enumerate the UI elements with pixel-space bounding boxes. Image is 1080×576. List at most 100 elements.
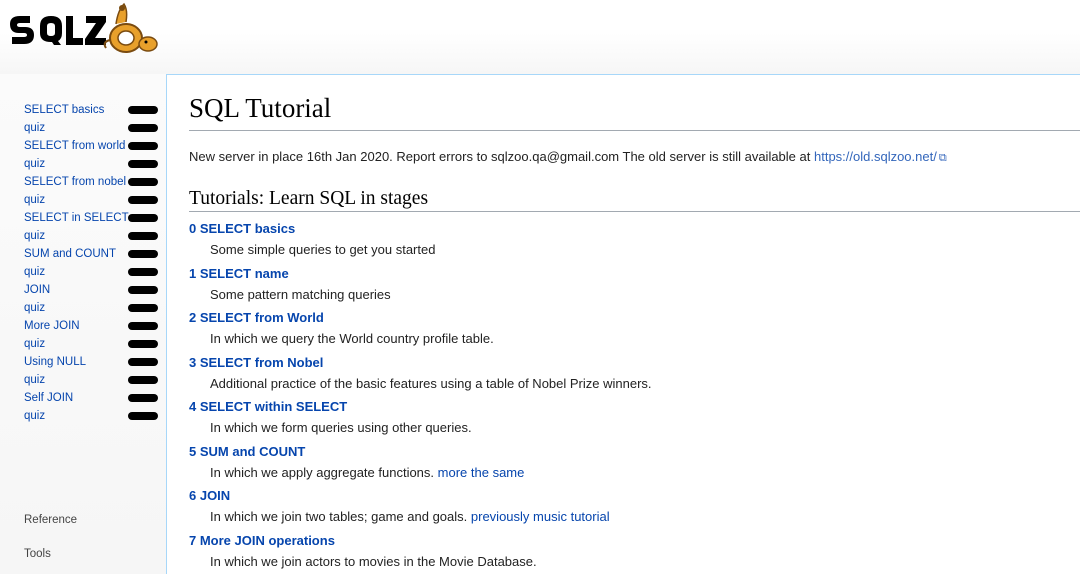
tutorial-description: In which we join two tables; game and go…: [189, 508, 1069, 526]
sidebar-item-label: SELECT from world: [24, 140, 125, 152]
sidebar-item-label: quiz: [24, 374, 45, 386]
description-text: In which we query the World country prof…: [210, 331, 494, 346]
redacted-bar: [128, 250, 158, 258]
notice-text: New server in place 16th Jan 2020. Repor…: [189, 149, 810, 164]
sidebar-item-label: SELECT in SELECT: [24, 212, 129, 224]
main-content: SQL Tutorial New server in place 16th Ja…: [166, 74, 1080, 574]
sidebar-item-self-join[interactable]: Self JOIN: [24, 389, 166, 407]
sidebar-item-label: quiz: [24, 302, 45, 314]
sidebar-item-join[interactable]: JOIN: [24, 281, 166, 299]
list-item: 0 SELECT basics Some simple queries to g…: [189, 220, 1069, 265]
tutorial-description: Some simple queries to get you started: [189, 241, 1069, 259]
description-text: In which we join two tables; game and go…: [210, 509, 467, 524]
redacted-bar: [128, 358, 158, 366]
tutorial-list: 0 SELECT basics Some simple queries to g…: [189, 220, 1069, 576]
page-title: SQL Tutorial: [189, 93, 331, 124]
tutorial-link[interactable]: 5 SUM and COUNT: [189, 443, 1069, 464]
sidebar-item-label: quiz: [24, 158, 45, 170]
tutorial-link[interactable]: 6 JOIN: [189, 487, 1069, 508]
title-divider: [189, 130, 1080, 131]
more-the-same-link[interactable]: more the same: [438, 465, 525, 480]
tutorial-link[interactable]: 7 More JOIN operations: [189, 532, 1069, 553]
description-text: In which we form queries using other que…: [210, 420, 472, 435]
sidebar-item-quiz[interactable]: quiz: [24, 407, 166, 425]
sidebar-item-sum-and-count[interactable]: SUM and COUNT: [24, 245, 166, 263]
sidebar-item-label: SELECT from nobel: [24, 176, 126, 188]
sidebar-item-quiz[interactable]: quiz: [24, 119, 166, 137]
description-text: In which we apply aggregate functions.: [210, 465, 434, 480]
sidebar-item-label: quiz: [24, 122, 45, 134]
sidebar-item-label: JOIN: [24, 284, 50, 296]
redacted-bar: [128, 340, 158, 348]
section-divider: [189, 211, 1080, 212]
section-heading: Tutorials: Learn SQL in stages: [189, 188, 428, 210]
redacted-bar: [128, 268, 158, 276]
redacted-bar: [128, 394, 158, 402]
sidebar-reference[interactable]: Reference: [24, 514, 77, 526]
sidebar-item-quiz[interactable]: quiz: [24, 155, 166, 173]
sidebar-item-label: quiz: [24, 230, 45, 242]
description-text: Some simple queries to get you started: [210, 242, 435, 257]
redacted-bar: [128, 322, 158, 330]
sidebar-item-label: quiz: [24, 338, 45, 350]
sidebar-nav: SELECT basics quiz SELECT from world qui…: [24, 101, 166, 425]
redacted-bar: [128, 178, 158, 186]
sidebar-item-select-basics[interactable]: SELECT basics: [24, 101, 166, 119]
sidebar-item-more-join[interactable]: More JOIN: [24, 317, 166, 335]
redacted-bar: [128, 304, 158, 312]
sidebar-item-label: quiz: [24, 266, 45, 278]
sidebar-item-label: Self JOIN: [24, 392, 73, 404]
external-link-icon: ⧉: [939, 152, 947, 165]
list-item: 4 SELECT within SELECT In which we form …: [189, 398, 1069, 443]
sidebar-item-label: Using NULL: [24, 356, 86, 368]
sidebar-item-select-from-nobel[interactable]: SELECT from nobel: [24, 173, 166, 191]
sidebar-item-using-null[interactable]: Using NULL: [24, 353, 166, 371]
redacted-bar: [128, 196, 158, 204]
sidebar-item-quiz[interactable]: quiz: [24, 263, 166, 281]
sidebar-item-label: SUM and COUNT: [24, 248, 116, 260]
redacted-bar: [128, 160, 158, 168]
redacted-bar: [128, 232, 158, 240]
old-server-link[interactable]: https://old.sqlzoo.net/: [814, 149, 937, 164]
sidebar-item-quiz[interactable]: quiz: [24, 227, 166, 245]
redacted-bar: [128, 124, 158, 132]
music-tutorial-link[interactable]: previously music tutorial: [471, 509, 610, 524]
tutorial-description: In which we query the World country prof…: [189, 330, 1069, 348]
sidebar-item-quiz[interactable]: quiz: [24, 371, 166, 389]
sqlzoo-logo[interactable]: [6, 2, 160, 66]
server-notice: New server in place 16th Jan 2020. Repor…: [189, 149, 947, 165]
redacted-bar: [128, 106, 158, 114]
description-text: In which we join actors to movies in the…: [210, 554, 537, 569]
list-item: 1 SELECT name Some pattern matching quer…: [189, 265, 1069, 310]
sidebar-item-quiz[interactable]: quiz: [24, 335, 166, 353]
redacted-bar: [128, 286, 158, 294]
list-item: 3 SELECT from Nobel Additional practice …: [189, 354, 1069, 399]
tutorial-description: Additional practice of the basic feature…: [189, 375, 1069, 393]
redacted-bar: [128, 214, 158, 222]
tutorial-description: In which we join actors to movies in the…: [189, 553, 1069, 571]
tutorial-link[interactable]: 4 SELECT within SELECT: [189, 398, 1069, 419]
tutorial-link[interactable]: 2 SELECT from World: [189, 309, 1069, 330]
sidebar-item-select-from-world[interactable]: SELECT from world: [24, 137, 166, 155]
sidebar-item-select-in-select[interactable]: SELECT in SELECT: [24, 209, 166, 227]
tutorial-link[interactable]: 1 SELECT name: [189, 265, 1069, 286]
tutorial-link[interactable]: 3 SELECT from Nobel: [189, 354, 1069, 375]
tutorial-description: In which we apply aggregate functions. m…: [189, 464, 1069, 482]
list-item: 2 SELECT from World In which we query th…: [189, 309, 1069, 354]
sidebar-item-label: quiz: [24, 194, 45, 206]
description-text: Additional practice of the basic feature…: [210, 376, 652, 391]
sidebar-tools[interactable]: Tools: [24, 548, 51, 560]
tutorial-link[interactable]: 0 SELECT basics: [189, 220, 1069, 241]
sidebar-item-quiz[interactable]: quiz: [24, 191, 166, 209]
list-item: 5 SUM and COUNT In which we apply aggreg…: [189, 443, 1069, 488]
sidebar-item-label: SELECT basics: [24, 104, 104, 116]
sidebar-item-quiz[interactable]: quiz: [24, 299, 166, 317]
list-item: 7 More JOIN operations In which we join …: [189, 532, 1069, 576]
tutorial-description: In which we form queries using other que…: [189, 419, 1069, 437]
description-text: Some pattern matching queries: [210, 287, 391, 302]
redacted-bar: [128, 142, 158, 150]
sidebar-item-label: More JOIN: [24, 320, 80, 332]
list-item: 6 JOIN In which we join two tables; game…: [189, 487, 1069, 532]
sidebar-item-label: quiz: [24, 410, 45, 422]
redacted-bar: [128, 376, 158, 384]
